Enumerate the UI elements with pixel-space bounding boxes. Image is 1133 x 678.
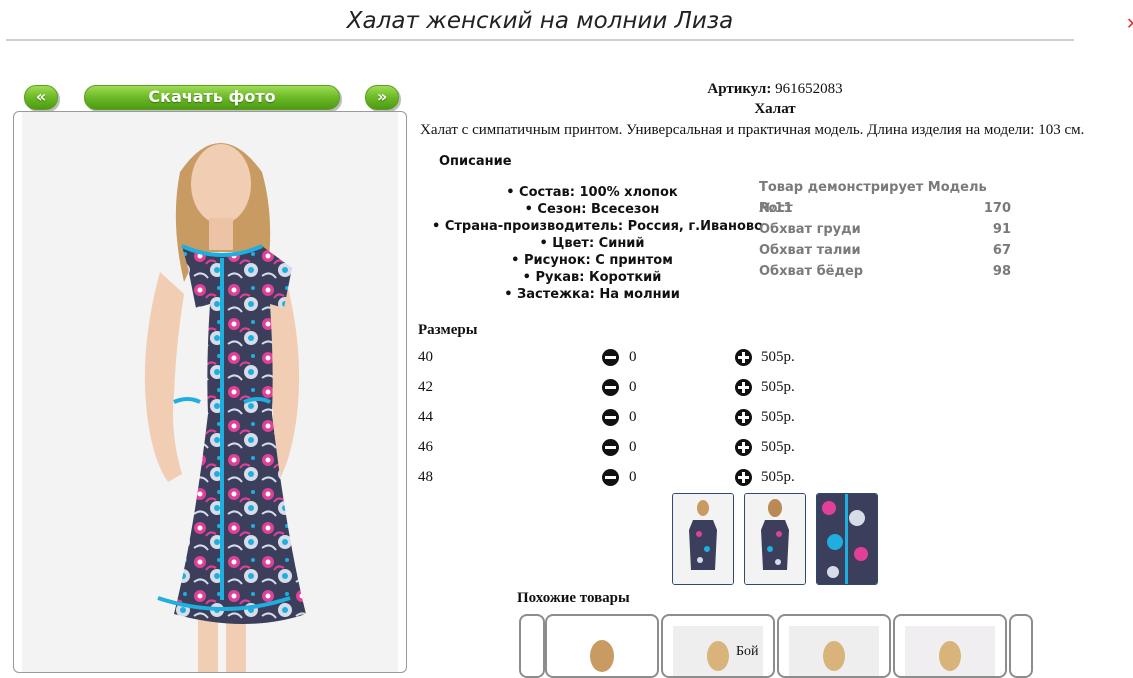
similar-product-card[interactable] <box>545 614 659 678</box>
size-label: 44 <box>418 409 433 425</box>
thumbnail-fabric-image <box>817 494 877 584</box>
thumbnail-front[interactable] <box>672 493 734 585</box>
quantity-value: 0 <box>629 379 637 395</box>
article-label: Артикул: <box>707 81 772 97</box>
product-type: Халат <box>754 101 796 117</box>
price-value: 505р. <box>761 379 795 395</box>
increase-qty-icon[interactable] <box>735 409 752 426</box>
price-value: 505р. <box>761 349 795 365</box>
model-param-row: Обхват бёдер 98 <box>759 261 1011 282</box>
similar-product-card[interactable] <box>777 614 891 678</box>
size-row: 40 0 505р. <box>418 349 818 371</box>
similar-next-card[interactable] <box>1009 614 1033 678</box>
property-item: • Рисунок: С принтом <box>511 253 673 268</box>
decrease-qty-icon[interactable] <box>602 469 619 486</box>
next-photo-button[interactable]: » <box>365 85 399 110</box>
model-param-label: Обхват талии <box>759 243 861 258</box>
model-param-value: 170 <box>983 201 1011 216</box>
similar-product-label: Бой <box>736 644 759 659</box>
model-param-value: 67 <box>992 243 1011 258</box>
decrease-qty-icon[interactable] <box>602 349 619 366</box>
thumbnail-front-image <box>673 494 733 584</box>
model-param-row: Обхват груди 91 <box>759 219 1011 240</box>
model-param-label: Товар демонстрирует Модель №11 <box>759 180 987 216</box>
size-row: 42 0 505р. <box>418 379 818 401</box>
price-value: 505р. <box>761 409 795 425</box>
article-line: Артикул: 961652083 <box>420 81 1130 98</box>
prev-photo-button[interactable]: « <box>24 85 58 110</box>
model-param-row: Товар демонстрирует Модель №11 <box>759 177 1011 216</box>
model-in-dress-image <box>22 112 398 672</box>
quantity-value: 0 <box>629 349 637 365</box>
model-param-label: Рост <box>759 201 793 216</box>
property-item: • Страна-производитель: Россия, г.Иванов… <box>432 219 764 234</box>
thumbnail-fabric[interactable] <box>816 493 878 585</box>
similar-products-header: Похожие товары <box>517 590 630 606</box>
decrease-qty-icon[interactable] <box>602 379 619 396</box>
download-photo-button[interactable]: Скачать фото <box>84 85 340 110</box>
description-header: Описание <box>439 154 512 169</box>
property-item: • Цвет: Синий <box>539 236 645 251</box>
size-row: 46 0 505р. <box>418 439 818 461</box>
size-label: 42 <box>418 379 433 395</box>
page-title: Халат женский на молнии Лиза <box>346 8 734 34</box>
increase-qty-icon[interactable] <box>735 349 752 366</box>
increase-qty-icon[interactable] <box>735 439 752 456</box>
product-description: Халат с симпатичным принтом. Универсальн… <box>420 122 1085 138</box>
property-item: • Сезон: Всесезон <box>524 202 660 217</box>
property-item: • Состав: 100% хлопок <box>506 185 678 200</box>
title-divider <box>6 39 1074 41</box>
model-param-label: Обхват груди <box>759 222 861 237</box>
similar-product-image <box>905 626 995 676</box>
quantity-value: 0 <box>629 439 637 455</box>
model-param-label: Обхват бёдер <box>759 264 864 279</box>
sizes-header: Размеры <box>418 322 478 338</box>
size-label: 46 <box>418 439 433 455</box>
model-param-row: Рост 170 <box>759 198 1011 219</box>
size-row: 44 0 505р. <box>418 409 818 431</box>
size-label: 40 <box>418 349 433 365</box>
increase-qty-icon[interactable] <box>735 379 752 396</box>
decrease-qty-icon[interactable] <box>602 409 619 426</box>
model-param-value: 98 <box>992 264 1011 279</box>
price-value: 505р. <box>761 469 795 485</box>
similar-prev-card[interactable] <box>519 614 545 678</box>
thumbnail-back-image <box>745 494 805 584</box>
model-param-value: 91 <box>992 222 1011 237</box>
property-item: • Застежка: На молнии <box>504 287 680 302</box>
increase-qty-icon[interactable] <box>735 469 752 486</box>
similar-product-image <box>789 626 879 676</box>
size-row: 48 0 505р. <box>418 469 818 491</box>
properties-list: • Состав: 100% хлопок • Сезон: Всесезон … <box>432 184 764 303</box>
main-product-photo <box>13 111 407 673</box>
property-item: • Рукав: Короткий <box>522 270 662 285</box>
quantity-value: 0 <box>629 469 637 485</box>
price-value: 505р. <box>761 439 795 455</box>
close-icon[interactable]: ✕ <box>1126 14 1133 33</box>
decrease-qty-icon[interactable] <box>602 439 619 456</box>
thumbnail-back[interactable] <box>744 493 806 585</box>
similar-product-card[interactable] <box>893 614 1007 678</box>
quantity-value: 0 <box>629 409 637 425</box>
model-params-table: Товар демонстрирует Модель №11 Рост 170 … <box>759 177 1011 282</box>
size-label: 48 <box>418 469 433 485</box>
model-param-row: Обхват талии 67 <box>759 240 1011 261</box>
article-value: 961652083 <box>775 81 843 97</box>
similar-product-image <box>590 640 614 672</box>
